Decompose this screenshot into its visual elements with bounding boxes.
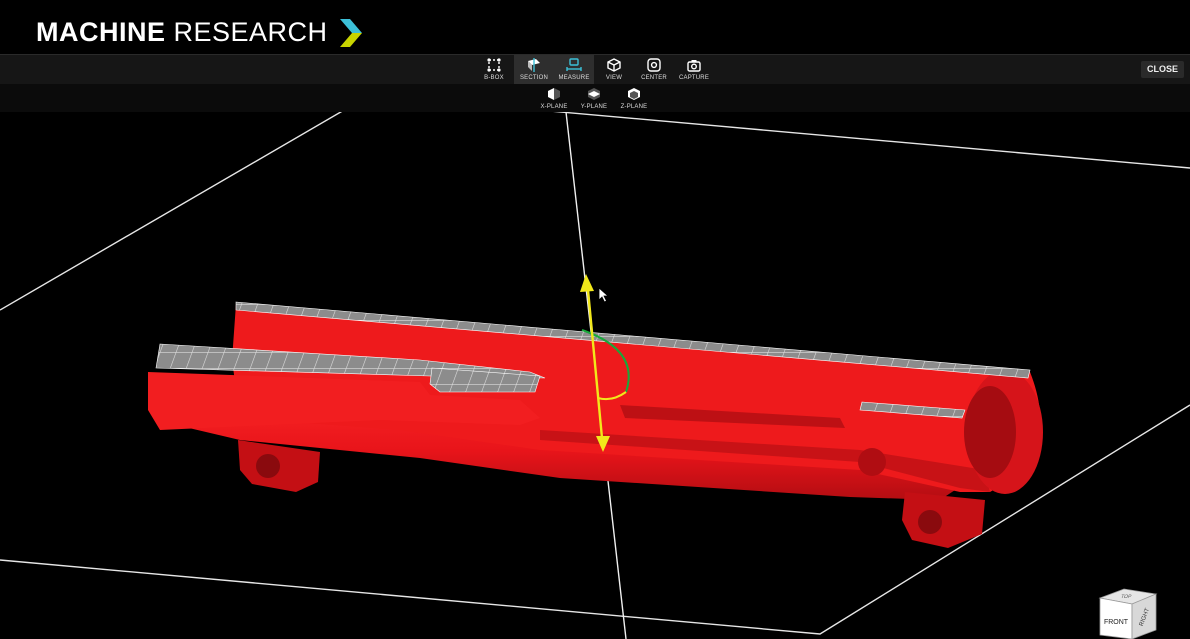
tool-label: Z-PLANE — [620, 104, 648, 110]
tool-y-plane[interactable]: Y-PLANE — [574, 84, 614, 112]
view-cube[interactable]: TOP FRONT RIGHT — [1096, 586, 1162, 639]
camera-icon — [687, 57, 701, 73]
tool-section[interactable]: SECTION — [514, 55, 554, 84]
center-icon — [647, 57, 661, 73]
tool-x-plane[interactable]: X-PLANE — [534, 84, 574, 112]
close-button[interactable]: CLOSE — [1140, 61, 1184, 78]
view-cube-icon — [607, 57, 621, 73]
brand-header: MACHINE RESEARCH — [0, 0, 1190, 54]
tool-label: CENTER — [641, 75, 667, 81]
tool-capture[interactable]: CAPTURE — [674, 55, 714, 84]
tool-z-plane[interactable]: Z-PLANE — [614, 84, 654, 112]
tool-label: Y-PLANE — [580, 104, 608, 110]
y-plane-icon — [587, 86, 601, 102]
tool-label: VIEW — [605, 75, 623, 81]
tool-label: SECTION — [519, 75, 549, 81]
tool-label: CAPTURE — [678, 75, 710, 81]
tool-view[interactable]: VIEW — [594, 55, 634, 84]
section-icon — [526, 57, 542, 73]
brand-chevron-icon — [339, 18, 362, 47]
tool-label: X-PLANE — [540, 104, 568, 110]
brand-name-light: RESEARCH — [173, 17, 328, 47]
z-plane-icon — [627, 86, 641, 102]
tool-center[interactable]: CENTER — [634, 55, 674, 84]
view-cube-front-label: FRONT — [1104, 619, 1129, 626]
upper-receiver-model[interactable] — [148, 301, 1043, 548]
main-toolbar: B-BOX SECTION MEASURE VIEW CENTER CAPTUR… — [0, 54, 1190, 85]
section-plane-toolbar: X-PLANE Y-PLANE Z-PLANE — [0, 84, 1190, 112]
tool-label: MEASURE — [558, 75, 590, 81]
bbox-icon — [487, 57, 501, 73]
mouse-cursor-icon — [598, 287, 610, 303]
x-plane-icon — [547, 86, 561, 102]
tool-measure[interactable]: MEASURE — [554, 55, 594, 84]
measure-icon — [566, 57, 582, 73]
brand-name-bold: MACHINE — [36, 17, 166, 47]
brand-logo: MACHINE RESEARCH — [36, 17, 362, 48]
tool-bbox[interactable]: B-BOX — [474, 55, 514, 84]
tool-label: B-BOX — [484, 75, 504, 81]
